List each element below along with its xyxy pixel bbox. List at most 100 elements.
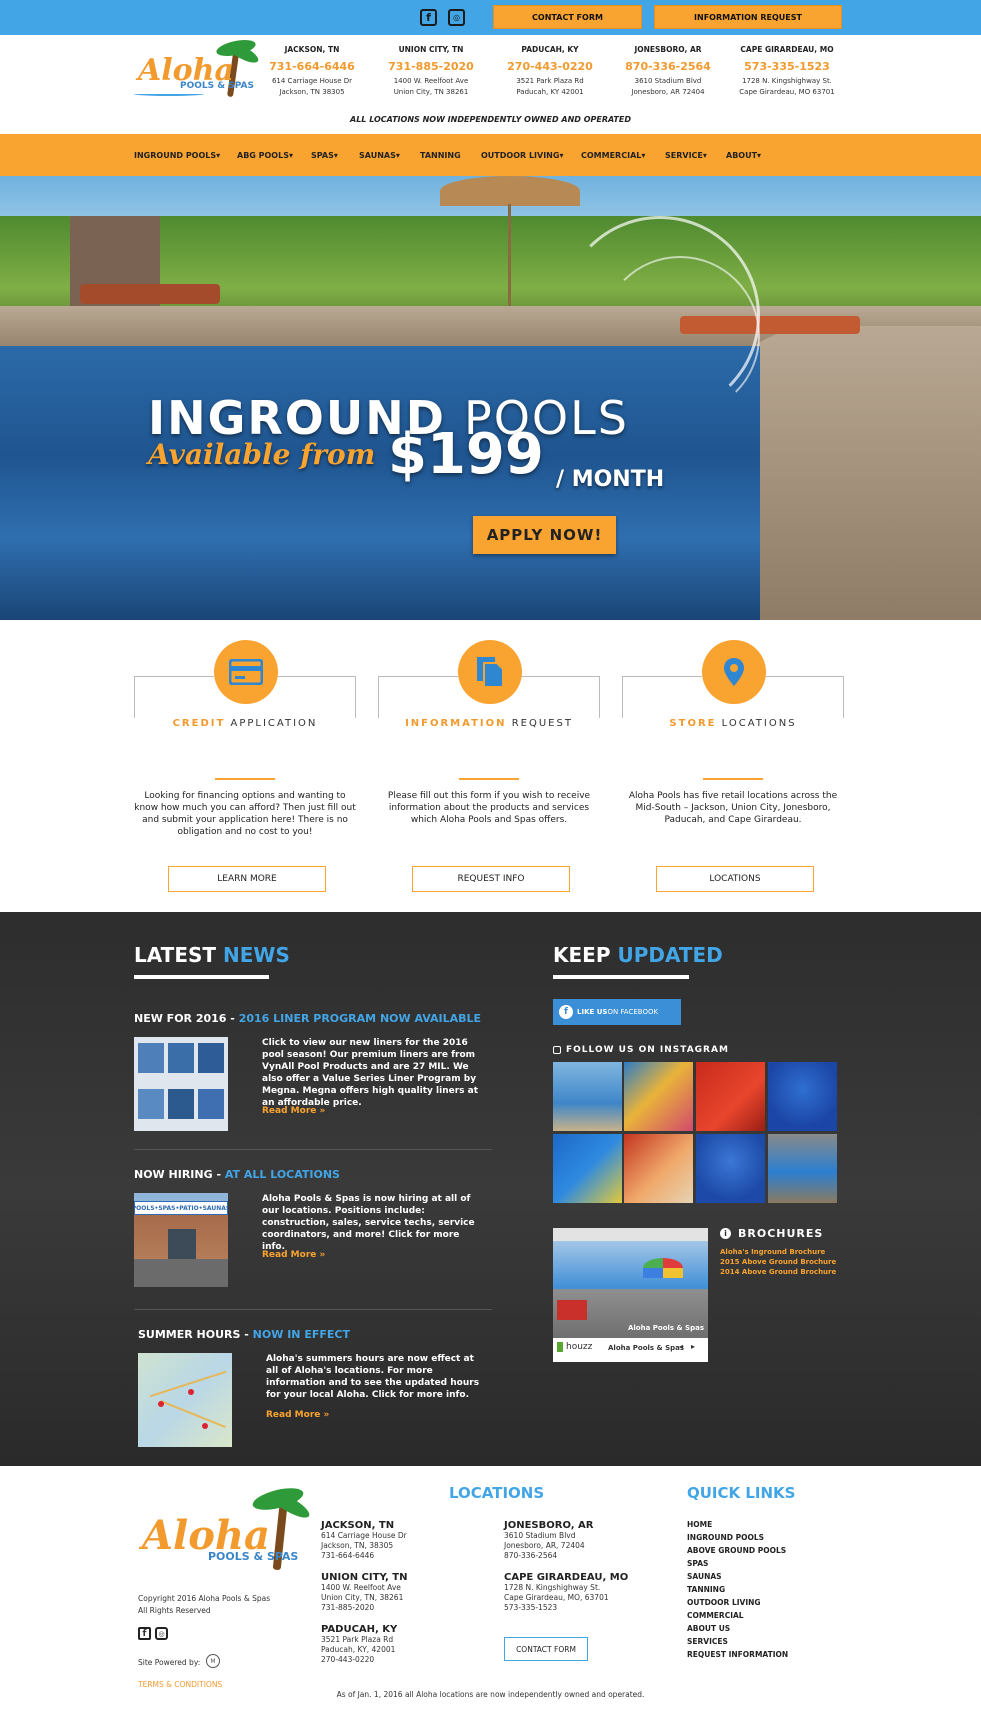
news-title-a: SUMMER HOURS - — [138, 1328, 253, 1341]
learn-more-button[interactable]: LEARN MORE — [168, 866, 326, 892]
location-address: Jonesboro, AR 72404 — [631, 88, 705, 96]
quick-link-commercial[interactable]: COMMERCIAL — [687, 1609, 788, 1622]
news-title[interactable]: SUMMER HOURS - NOW IN EFFECT — [138, 1328, 350, 1341]
hero-banner[interactable]: INGROUND POOLS Available from $199 / MON… — [0, 176, 981, 620]
map-image[interactable] — [138, 1353, 232, 1447]
instagram-photo[interactable] — [768, 1062, 837, 1131]
info-icon: i — [720, 1228, 731, 1239]
feature-title-rest: APPLICATION — [230, 718, 318, 729]
instagram-photo[interactable] — [624, 1062, 693, 1131]
logo-wave — [134, 92, 204, 96]
houzz-prev-icon[interactable]: ◂ — [679, 1342, 683, 1351]
read-more-link[interactable]: Read More » — [262, 1106, 325, 1116]
nav-service[interactable]: SERVICE▾ — [665, 134, 707, 176]
instagram-heading: FOLLOW US ON INSTAGRAM — [566, 1045, 729, 1055]
terms-link[interactable]: TERMS & CONDITIONS — [138, 1680, 222, 1689]
houzz-next-icon[interactable]: ▸ — [691, 1342, 695, 1351]
location-address: Jackson, TN 38305 — [279, 88, 345, 96]
map-marker-icon — [188, 1389, 194, 1395]
footer-location-line: 731-885-2020 — [321, 1603, 375, 1612]
map-marker-icon — [202, 1423, 208, 1429]
location-address: Paducah, KY 42001 — [516, 88, 584, 96]
news-text: Click to view our new liners for the 201… — [262, 1038, 479, 1108]
apply-now-button[interactable]: APPLY NOW! — [473, 516, 616, 554]
nav-abg-pools[interactable]: ABG POOLS▾ — [237, 134, 293, 176]
liner-samples-image[interactable] — [134, 1037, 228, 1131]
houzz-name: Aloha Pools & Spas — [608, 1344, 685, 1352]
quick-link-request-information[interactable]: REQUEST INFORMATION — [687, 1648, 788, 1661]
read-more-link[interactable]: Read More » — [266, 1410, 329, 1420]
quick-link-inground-pools[interactable]: INGROUND POOLS — [687, 1531, 788, 1544]
quick-link-outdoor-living[interactable]: OUTDOOR LIVING — [687, 1596, 788, 1609]
logo[interactable]: Aloha POOLS & SPAS — [134, 35, 264, 113]
footer-location-cape-girardeau: CAPE GIRARDEAU, MO 1728 N. Kingshighway … — [504, 1572, 628, 1613]
footer-location-line: 573-335-1523 — [504, 1603, 558, 1612]
footer-location-city: CAPE GIRARDEAU, MO — [504, 1572, 629, 1583]
nav-spas[interactable]: SPAS▾ — [311, 134, 338, 176]
footer-logo[interactable]: Aloha POOLS & SPAS — [138, 1483, 313, 1584]
nav-tanning[interactable]: TANNING — [420, 134, 461, 176]
location-address: Cape Girardeau, MO 63701 — [739, 88, 835, 96]
request-info-button[interactable]: REQUEST INFO — [412, 866, 570, 892]
brochures-heading: BROCHURES — [738, 1227, 824, 1240]
read-more-link[interactable]: Read More » — [262, 1250, 325, 1260]
brochure-link[interactable]: Aloha's Inground Brochure — [720, 1248, 825, 1256]
facebook-icon[interactable]: f — [138, 1627, 151, 1640]
houzz-photo-chair — [557, 1300, 587, 1320]
footer-location-line: Union City, TN, 38261 — [321, 1593, 404, 1602]
hero-per-month: / MONTH — [556, 467, 665, 492]
instagram-photo[interactable] — [696, 1062, 765, 1131]
footer-contact-form-button[interactable]: CONTACT FORM — [504, 1637, 588, 1661]
locations-button[interactable]: LOCATIONS — [656, 866, 814, 892]
nav-outdoor-living[interactable]: OUTDOOR LIVING▾ — [481, 134, 563, 176]
instagram-photo[interactable] — [553, 1062, 622, 1131]
brochure-link[interactable]: 2015 Above Ground Brochure — [720, 1258, 836, 1266]
instagram-icon[interactable]: ◎ — [155, 1627, 168, 1640]
quick-link-tanning[interactable]: TANNING — [687, 1583, 788, 1596]
facebook-like-button[interactable]: f LIKE US ON FACEBOOK — [553, 999, 681, 1025]
news-title[interactable]: NOW HIRING - AT ALL LOCATIONS — [134, 1168, 340, 1181]
footer-location-line: 1400 W. Reelfoot Ave — [321, 1583, 401, 1592]
quick-link-services[interactable]: SERVICES — [687, 1635, 788, 1648]
quick-link-about-us[interactable]: ABOUT US — [687, 1622, 788, 1635]
header-location-jackson: JACKSON, TN 731-664-6446 614 Carriage Ho… — [252, 45, 372, 98]
nav-about[interactable]: ABOUT▾ — [726, 134, 761, 176]
location-phone[interactable]: 731-885-2020 — [371, 60, 491, 73]
news-title-a: NEW FOR 2016 - — [134, 1012, 239, 1025]
quick-link-saunas[interactable]: SAUNAS — [687, 1570, 788, 1583]
nav-saunas[interactable]: SAUNAS▾ — [359, 134, 400, 176]
quick-link-home[interactable]: HOME — [687, 1518, 788, 1531]
instagram-photo[interactable] — [696, 1134, 765, 1203]
location-address: 3610 Stadium Blvd — [634, 77, 702, 85]
hero-price: $199 — [388, 422, 544, 487]
facebook-like-label-rest: ON FACEBOOK — [607, 1008, 659, 1016]
news-separator — [134, 1149, 492, 1150]
quick-link-spas[interactable]: SPAS — [687, 1557, 788, 1570]
facebook-icon[interactable]: f — [420, 9, 437, 26]
nav-commercial[interactable]: COMMERCIAL▾ — [581, 134, 645, 176]
news-title[interactable]: NEW FOR 2016 - 2016 LINER PROGRAM NOW AV… — [134, 1012, 481, 1025]
liner-swatch — [168, 1043, 194, 1073]
location-phone[interactable]: 731-664-6446 — [252, 60, 372, 73]
information-request-button[interactable]: INFORMATION REQUEST — [654, 5, 842, 29]
quick-link-above-ground-pools[interactable]: ABOVE GROUND POOLS — [687, 1544, 788, 1557]
store-front-image[interactable]: POOLS•SPAS•PATIO•SAUNAS — [134, 1193, 228, 1287]
houzz-widget[interactable]: Aloha Pools & Spas houzz Aloha Pools & S… — [553, 1228, 708, 1362]
feature-text: Aloha Pools has five retail locations ac… — [628, 791, 838, 825]
developer-logo-icon[interactable]: M — [206, 1654, 220, 1668]
instagram-photo[interactable] — [768, 1134, 837, 1203]
instagram-icon[interactable]: ◎ — [448, 9, 465, 26]
instagram-photo[interactable] — [624, 1134, 693, 1203]
news-title-b: NOW IN EFFECT — [252, 1328, 350, 1341]
location-phone[interactable]: 573-335-1523 — [727, 60, 847, 73]
updates-heading-rule — [553, 975, 689, 979]
instagram-photo[interactable] — [553, 1134, 622, 1203]
rights-text: All Rights Reserved — [138, 1606, 211, 1615]
nav-inground-pools[interactable]: INGROUND POOLS▾ — [134, 134, 220, 176]
location-phone[interactable]: 870-336-2564 — [608, 60, 728, 73]
contact-form-button[interactable]: CONTACT FORM — [493, 5, 642, 29]
hero-umbrella-pole — [508, 204, 511, 314]
location-phone[interactable]: 270-443-0220 — [490, 60, 610, 73]
footer-location-line: 270-443-0220 — [321, 1655, 375, 1664]
brochure-link[interactable]: 2014 Above Ground Brochure — [720, 1268, 836, 1276]
